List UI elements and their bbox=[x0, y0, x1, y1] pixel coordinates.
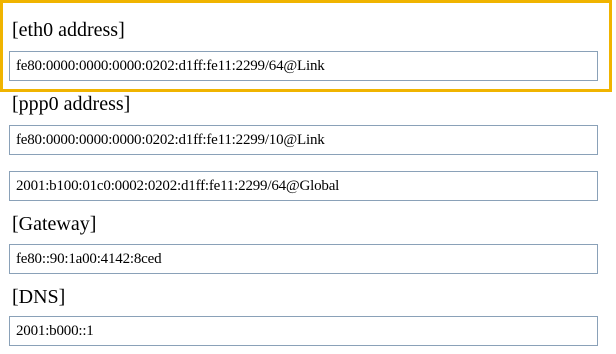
dns-label: [DNS] bbox=[12, 286, 66, 308]
ppp0-address-label: [ppp0 address] bbox=[12, 93, 131, 115]
ppp0-link-address-field[interactable]: fe80:0000:0000:0000:0202:d1ff:fe11:2299/… bbox=[9, 125, 598, 155]
gateway-field[interactable]: fe80::90:1a00:4142:8ced bbox=[9, 244, 598, 274]
eth0-address-label: [eth0 address] bbox=[12, 19, 125, 41]
eth0-address-field[interactable]: fe80:0000:0000:0000:0202:d1ff:fe11:2299/… bbox=[9, 51, 598, 81]
network-info-panel: [eth0 address] fe80:0000:0000:0000:0202:… bbox=[0, 0, 616, 354]
dns-field[interactable]: 2001:b000::1 bbox=[9, 316, 598, 346]
ppp0-global-address-field[interactable]: 2001:b100:01c0:0002:0202:d1ff:fe11:2299/… bbox=[9, 171, 598, 201]
gateway-label: [Gateway] bbox=[12, 213, 97, 235]
